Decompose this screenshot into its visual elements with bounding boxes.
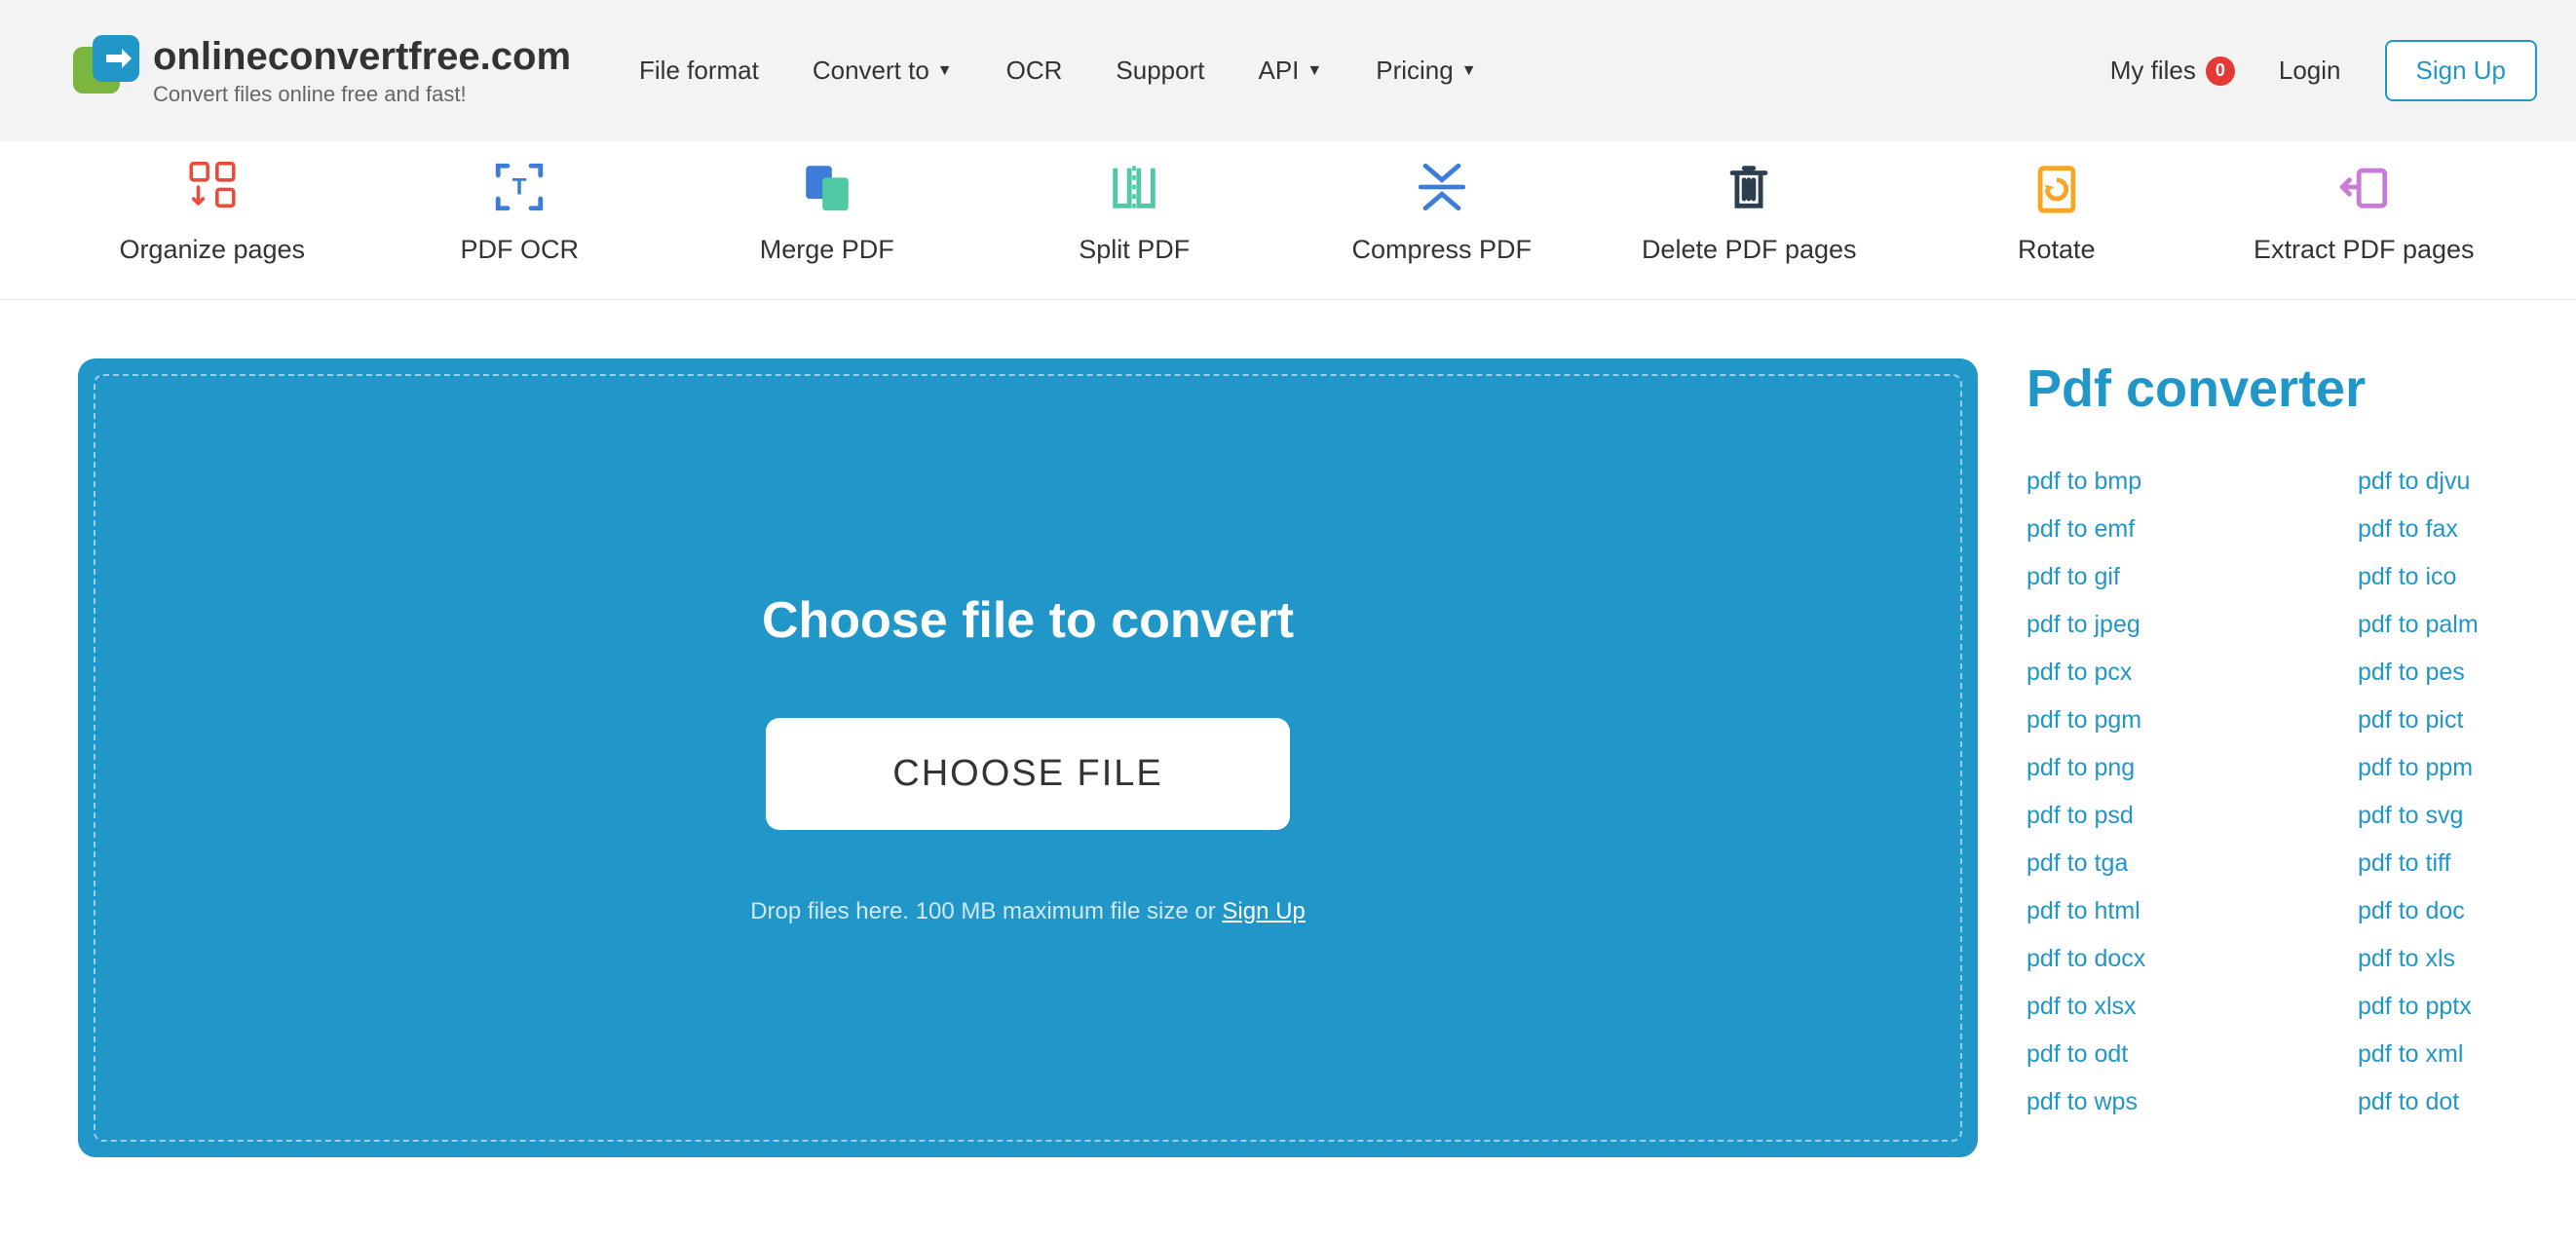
converter-link[interactable]: pdf to odt: [2027, 1040, 2358, 1069]
tool-pdf-ocr[interactable]: T PDF OCR: [381, 159, 660, 265]
converter-link[interactable]: pdf to tiff: [2358, 849, 2576, 878]
converter-link[interactable]: pdf to tga: [2027, 849, 2358, 878]
converter-link[interactable]: pdf to wps: [2027, 1088, 2358, 1116]
converter-link[interactable]: pdf to pict: [2358, 706, 2576, 734]
converter-link[interactable]: pdf to ppm: [2358, 754, 2576, 782]
converter-link[interactable]: pdf to png: [2027, 754, 2358, 782]
organize-icon: [184, 159, 241, 215]
nav-api[interactable]: API▼: [1258, 56, 1322, 86]
site-title: onlineconvertfree.com: [153, 35, 571, 78]
header-right: My files 0 Login Sign Up: [2110, 40, 2537, 101]
site-subtitle: Convert files online free and fast!: [153, 82, 571, 107]
signup-link[interactable]: Sign Up: [1222, 898, 1305, 924]
login-link[interactable]: Login: [2279, 56, 2341, 86]
chevron-down-icon: ▼: [1307, 62, 1322, 80]
sidebar: Pdf converter pdf to bmppdf to djvupdf t…: [2027, 358, 2576, 1157]
main-nav: File format Convert to▼ OCR Support API▼…: [639, 56, 2110, 86]
tool-delete-pages[interactable]: Delete PDF pages: [1610, 159, 1889, 265]
converter-links: pdf to bmppdf to djvupdf to emfpdf to fa…: [2027, 468, 2576, 1116]
tool-strip: Organize pages T PDF OCR Merge PDF Split…: [0, 141, 2576, 300]
dropzone-title: Choose file to convert: [762, 591, 1294, 650]
my-files-badge: 0: [2206, 56, 2235, 86]
converter-link[interactable]: pdf to svg: [2358, 802, 2576, 830]
nav-convert-to[interactable]: Convert to▼: [813, 56, 953, 86]
split-icon: [1106, 159, 1162, 215]
converter-link[interactable]: pdf to palm: [2358, 611, 2576, 639]
header: onlineconvertfree.com Convert files onli…: [0, 0, 2576, 141]
ocr-icon: T: [491, 159, 548, 215]
converter-link[interactable]: pdf to djvu: [2358, 468, 2576, 496]
merge-icon: [799, 159, 855, 215]
dropzone[interactable]: Choose file to convert CHOOSE FILE Drop …: [78, 358, 1978, 1157]
chevron-down-icon: ▼: [1461, 62, 1477, 80]
sidebar-title: Pdf converter: [2027, 358, 2576, 419]
nav-ocr[interactable]: OCR: [1006, 56, 1063, 86]
converter-link[interactable]: pdf to jpeg: [2027, 611, 2358, 639]
trash-icon: [1721, 159, 1777, 215]
nav-file-format[interactable]: File format: [639, 56, 759, 86]
nav-support[interactable]: Support: [1116, 56, 1204, 86]
converter-link[interactable]: pdf to doc: [2358, 897, 2576, 925]
main-content: Choose file to convert CHOOSE FILE Drop …: [0, 300, 2576, 1157]
converter-link[interactable]: pdf to psd: [2027, 802, 2358, 830]
tool-split-pdf[interactable]: Split PDF: [996, 159, 1274, 265]
chevron-down-icon: ▼: [937, 62, 953, 80]
logo-icon: [73, 35, 141, 94]
converter-link[interactable]: pdf to pptx: [2358, 993, 2576, 1021]
converter-link[interactable]: pdf to xlsx: [2027, 993, 2358, 1021]
converter-link[interactable]: pdf to dot: [2358, 1088, 2576, 1116]
tool-compress-pdf[interactable]: Compress PDF: [1303, 159, 1581, 265]
converter-link[interactable]: pdf to fax: [2358, 515, 2576, 544]
tool-organize-pages[interactable]: Organize pages: [73, 159, 352, 265]
tool-extract-pages[interactable]: Extract PDF pages: [2225, 159, 2504, 265]
converter-link[interactable]: pdf to xls: [2358, 945, 2576, 973]
dropzone-hint: Drop files here. 100 MB maximum file siz…: [750, 898, 1306, 925]
converter-link[interactable]: pdf to pgm: [2027, 706, 2358, 734]
converter-link[interactable]: pdf to bmp: [2027, 468, 2358, 496]
my-files-link[interactable]: My files 0: [2110, 56, 2235, 86]
compress-icon: [1414, 159, 1470, 215]
rotate-icon: [2028, 159, 2085, 215]
converter-link[interactable]: pdf to ico: [2358, 563, 2576, 591]
logo[interactable]: onlineconvertfree.com Convert files onli…: [73, 35, 571, 107]
svg-text:T: T: [512, 173, 527, 200]
nav-pricing[interactable]: Pricing▼: [1376, 56, 1476, 86]
tool-merge-pdf[interactable]: Merge PDF: [688, 159, 966, 265]
signup-button[interactable]: Sign Up: [2385, 40, 2538, 101]
converter-link[interactable]: pdf to pes: [2358, 659, 2576, 687]
converter-link[interactable]: pdf to xml: [2358, 1040, 2576, 1069]
converter-link[interactable]: pdf to pcx: [2027, 659, 2358, 687]
choose-file-button[interactable]: CHOOSE FILE: [766, 718, 1290, 830]
tool-rotate[interactable]: Rotate: [1917, 159, 2196, 265]
converter-link[interactable]: pdf to html: [2027, 897, 2358, 925]
converter-link[interactable]: pdf to emf: [2027, 515, 2358, 544]
extract-icon: [2335, 159, 2392, 215]
converter-link[interactable]: pdf to docx: [2027, 945, 2358, 973]
converter-link[interactable]: pdf to gif: [2027, 563, 2358, 591]
